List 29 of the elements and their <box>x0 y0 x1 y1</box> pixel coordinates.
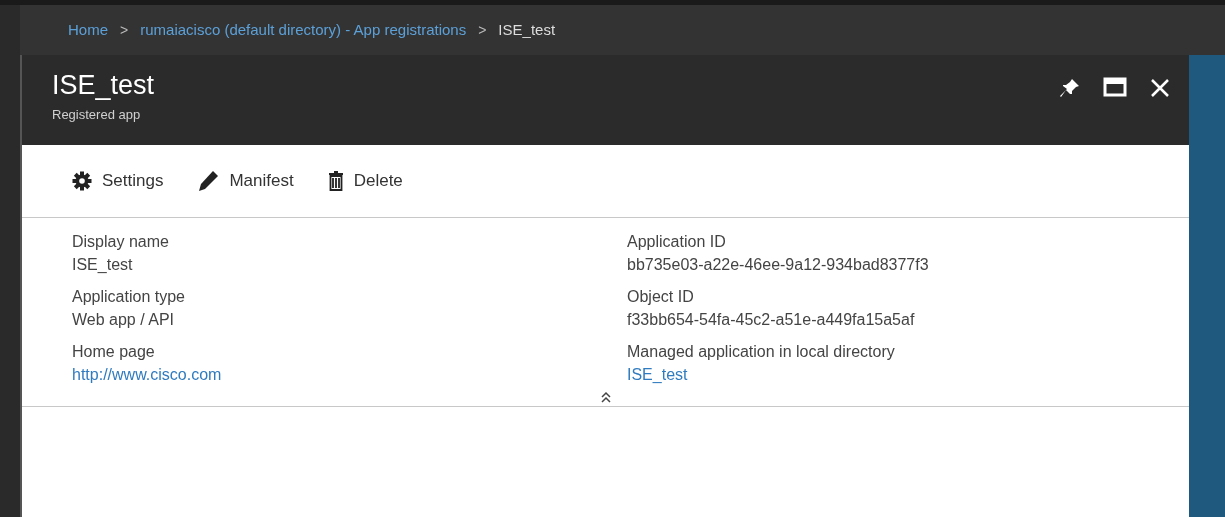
pencil-icon <box>197 170 220 192</box>
field-label: Application type <box>72 287 185 307</box>
toolbar-button[interactable]: Manifest <box>197 168 294 194</box>
field-value: f33bb654-54fa-45c2-a51e-a449fa15a5af <box>627 310 915 330</box>
blade-subtitle: Registered app <box>52 106 142 124</box>
breadcrumb-current: ISE_test <box>498 19 556 40</box>
breadcrumb-separator: > <box>120 20 129 40</box>
breadcrumb-link[interactable]: Home <box>68 18 108 42</box>
field-value: bb735e03-a22e-46ee-9a12-934bad8377f3 <box>627 255 929 275</box>
toolbar-button[interactable]: Settings <box>72 168 164 194</box>
trash-icon <box>327 171 344 191</box>
close-icon[interactable] <box>1149 77 1171 99</box>
field-link[interactable]: ISE_test <box>627 363 688 386</box>
field-label: Display name <box>72 232 169 252</box>
field-label: Application ID <box>627 232 726 252</box>
field-label: Object ID <box>627 287 694 307</box>
breadcrumb-link[interactable]: rumaiacisco (default directory) - App registrations <box>140 18 467 42</box>
field-value: ISE_test <box>72 255 133 275</box>
settings-icon <box>72 171 92 191</box>
field-link[interactable]: http://www.cisco.com <box>72 363 222 386</box>
field-label: Home page <box>72 342 155 362</box>
pin-icon[interactable] <box>1059 77 1081 99</box>
collapse-icon[interactable] <box>599 390 612 404</box>
field-label: Managed application in local directory <box>627 342 895 362</box>
blade-title: ISE_test <box>52 69 155 101</box>
field-value: Web app / API <box>72 310 174 330</box>
breadcrumb-separator: > <box>478 20 487 40</box>
maximize-icon[interactable] <box>1103 77 1127 97</box>
toolbar-button[interactable]: Delete <box>327 168 403 194</box>
